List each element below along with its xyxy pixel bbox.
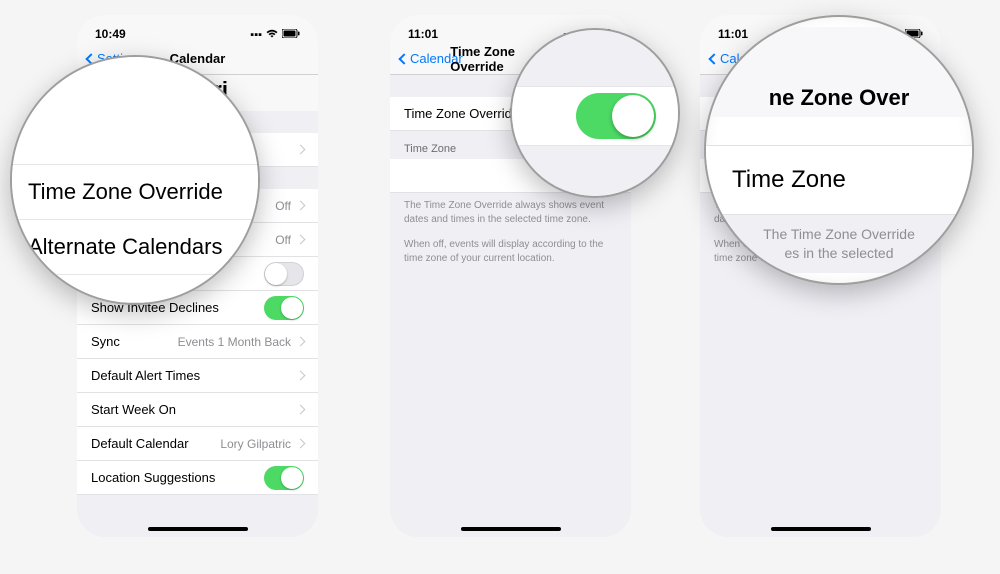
status-icons: ▪▪▪ bbox=[250, 29, 300, 41]
magnifier-footer-line1: The Time Zone Override bbox=[763, 226, 915, 242]
status-time: 11:01 bbox=[718, 27, 748, 41]
chevron-right-icon bbox=[296, 201, 306, 211]
wifi-icon bbox=[266, 29, 278, 41]
signal-icon: ▪▪▪ bbox=[250, 29, 262, 41]
toggle-on-icon bbox=[576, 93, 656, 139]
row-location-suggestions[interactable]: Location Suggestions bbox=[77, 461, 318, 495]
row-label: Default Calendar bbox=[91, 436, 220, 451]
status-time: 11:01 bbox=[408, 27, 438, 41]
battery-icon bbox=[282, 29, 300, 41]
magnifier-line-2: Alternate Calendars bbox=[28, 234, 222, 259]
row-start-week-on[interactable]: Start Week On bbox=[77, 393, 318, 427]
row-label: Location Suggestions bbox=[91, 470, 264, 485]
chevron-left-icon bbox=[708, 53, 719, 64]
footer-text-2: When off, events will display according … bbox=[390, 232, 631, 271]
row-value: Off bbox=[275, 199, 291, 213]
chevron-right-icon bbox=[296, 439, 306, 449]
magnifier-toggle-on bbox=[510, 28, 680, 198]
row-label: Start Week On bbox=[91, 402, 297, 417]
row-label: Sync bbox=[91, 334, 178, 349]
magnifier-title-fragment: ne Zone Over bbox=[769, 81, 910, 111]
magnifier-time-zone-label: Time Zone bbox=[732, 166, 846, 193]
magnifier-footer-line2: es in the selected bbox=[785, 245, 894, 261]
magnifier-line-1: Time Zone Override bbox=[28, 179, 223, 204]
magnifier-time-zone-override-row: Time Zone Override Alternate Calendars bbox=[10, 55, 260, 305]
home-indicator[interactable] bbox=[461, 527, 561, 531]
magnifier-toggle-row bbox=[512, 86, 678, 146]
chevron-right-icon bbox=[296, 405, 306, 415]
row-value: Events 1 Month Back bbox=[178, 335, 291, 349]
status-time: 10:49 bbox=[95, 27, 126, 41]
home-indicator[interactable] bbox=[771, 527, 871, 531]
toggle-invitee-declines[interactable] bbox=[264, 296, 304, 320]
status-bar: 10:49 ▪▪▪ bbox=[77, 15, 318, 43]
chevron-right-icon bbox=[296, 235, 306, 245]
row-value: Off bbox=[275, 233, 291, 247]
row-default-alert-times[interactable]: Default Alert Times bbox=[77, 359, 318, 393]
chevron-right-icon bbox=[296, 145, 306, 155]
chevron-right-icon bbox=[296, 337, 306, 347]
toggle-week-numbers[interactable] bbox=[264, 262, 304, 286]
row-default-calendar[interactable]: Default Calendar Lory Gilpatric bbox=[77, 427, 318, 461]
footer-text-1: The Time Zone Override always shows even… bbox=[390, 193, 631, 232]
row-label: Default Alert Times bbox=[91, 368, 297, 383]
chevron-left-icon bbox=[398, 53, 409, 64]
magnifier-time-zone-row: ne Zone Over Time Zone The Time Zone Ove… bbox=[704, 15, 974, 285]
home-indicator[interactable] bbox=[148, 527, 248, 531]
row-sync[interactable]: Sync Events 1 Month Back bbox=[77, 325, 318, 359]
toggle-location-suggestions[interactable] bbox=[264, 466, 304, 490]
row-value: Lory Gilpatric bbox=[220, 437, 291, 451]
chevron-right-icon bbox=[296, 371, 306, 381]
